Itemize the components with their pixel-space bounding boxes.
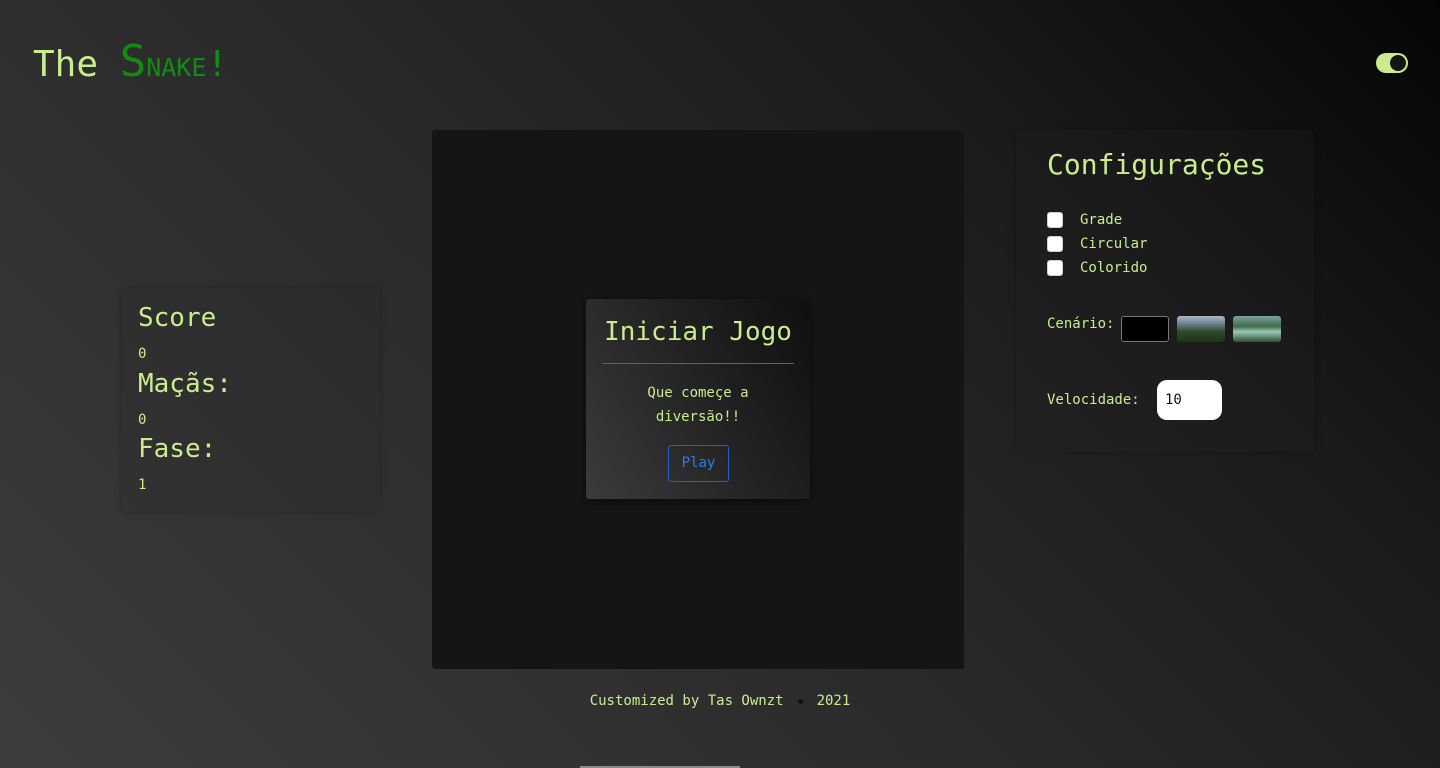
grid-label: Grade xyxy=(1080,212,1123,228)
footer: Customized by Tas Ownzt 2021 xyxy=(0,693,1440,709)
grid-checkbox[interactable] xyxy=(1047,212,1063,228)
modal-divider xyxy=(602,363,794,364)
app-title: The Snake! xyxy=(33,36,228,91)
modal-title: Iniciar Jogo xyxy=(604,317,792,347)
score-panel: Score 0 Maçãs: 0 Fase: 1 xyxy=(122,288,380,512)
footer-year: 2021 xyxy=(816,693,851,709)
theme-toggle[interactable] xyxy=(1376,53,1408,73)
scenario-river-thumbnail[interactable] xyxy=(1233,316,1281,342)
option-circular[interactable]: Circular xyxy=(1047,234,1147,254)
apples-value: 0 xyxy=(138,412,147,428)
colorful-checkbox[interactable] xyxy=(1047,260,1063,276)
footer-separator xyxy=(797,698,803,704)
scenario-forest-thumbnail[interactable] xyxy=(1177,316,1225,342)
toggle-knob xyxy=(1390,55,1406,71)
play-button[interactable]: Play xyxy=(668,445,729,482)
config-title: Configurações xyxy=(1047,148,1267,181)
speed-label: Velocidade: xyxy=(1047,392,1140,408)
title-snake-rest: nake! xyxy=(146,44,229,85)
circular-checkbox[interactable] xyxy=(1047,236,1063,252)
scenario-black-thumbnail[interactable] xyxy=(1121,316,1169,342)
title-prefix: The xyxy=(33,44,120,85)
level-label: Fase: xyxy=(138,434,217,464)
title-snake: Snake! xyxy=(120,36,229,87)
option-colorful[interactable]: Colorido xyxy=(1047,258,1147,278)
start-game-modal: Iniciar Jogo Que começe a diversão!! Pla… xyxy=(586,299,810,499)
colorful-label: Colorido xyxy=(1080,260,1148,276)
option-grid[interactable]: Grade xyxy=(1047,210,1122,230)
circular-label: Circular xyxy=(1080,236,1148,252)
scenario-label: Cenário: xyxy=(1047,316,1115,332)
score-value: 0 xyxy=(138,346,147,362)
modal-message: Que começe a diversão!! xyxy=(647,385,749,425)
footer-credit: Customized by Tas Ownzt xyxy=(589,693,784,709)
apples-label: Maçãs: xyxy=(138,369,232,399)
score-label: Score xyxy=(138,303,217,333)
level-value: 1 xyxy=(138,477,147,493)
title-snake-initial: S xyxy=(119,36,147,87)
speed-input[interactable] xyxy=(1157,380,1222,420)
config-panel: Configurações Grade Circular Colorido Ce… xyxy=(1016,130,1314,452)
